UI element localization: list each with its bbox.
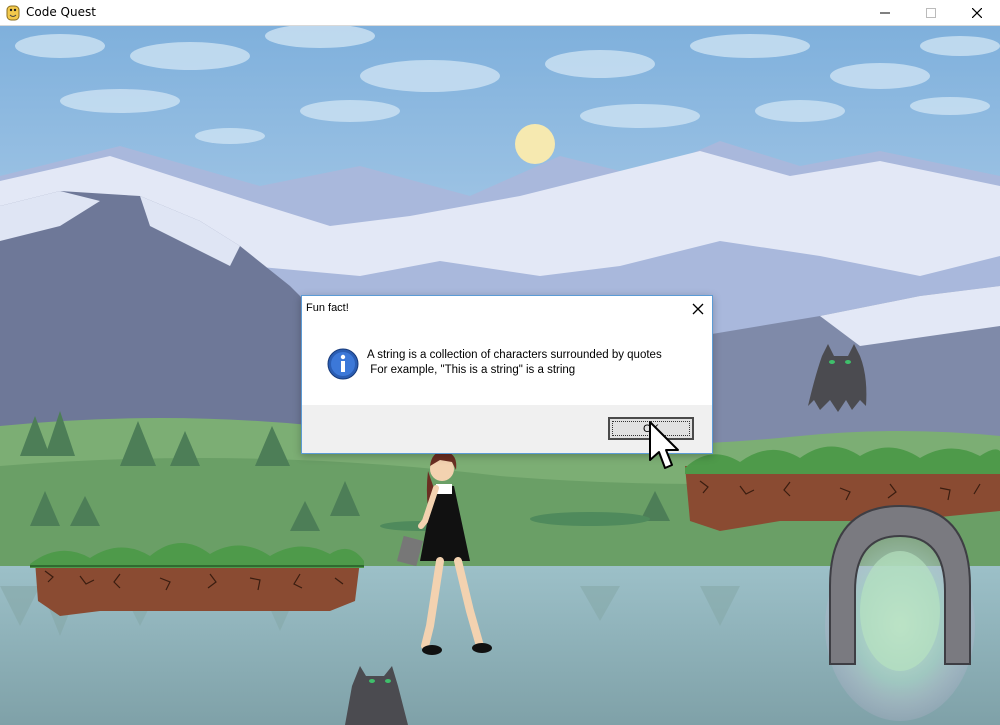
window-titlebar: Code Quest [0, 0, 1000, 26]
mouse-cursor-icon [649, 421, 679, 469]
dialog-title: Fun fact! [306, 302, 349, 314]
stone-portal[interactable] [825, 504, 975, 721]
sun [515, 124, 555, 164]
maximize-button[interactable] [908, 0, 954, 26]
dialog-close-icon[interactable] [690, 301, 706, 317]
window-title: Code Quest [26, 5, 96, 19]
minimize-icon [880, 12, 890, 14]
minimize-button[interactable] [862, 0, 908, 26]
close-window-button[interactable] [954, 0, 1000, 26]
maximize-icon [926, 8, 936, 18]
info-icon [327, 348, 359, 380]
grass-platform-left [30, 542, 364, 616]
close-icon [972, 8, 982, 18]
dialog-message: A string is a collection of characters s… [367, 349, 662, 376]
snake-icon [6, 5, 20, 21]
